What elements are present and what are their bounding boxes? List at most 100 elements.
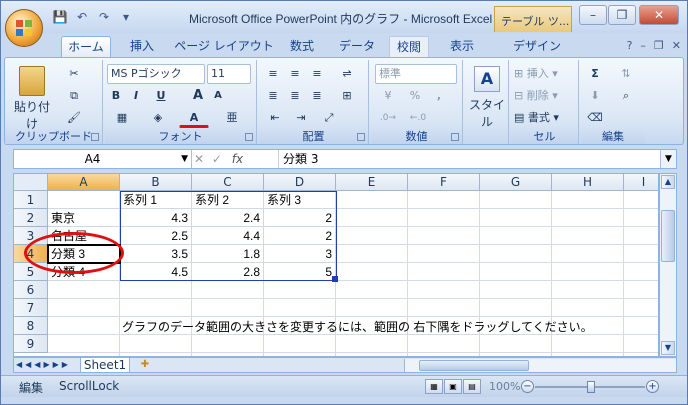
zoom-slider[interactable]: − + [521, 380, 659, 394]
cell-b5[interactable]: 4.5 [120, 263, 192, 281]
zoom-level[interactable]: 100% [489, 380, 520, 393]
scroll-up-icon[interactable]: ▲ [661, 175, 675, 189]
style-button[interactable]: A スタイル [467, 64, 507, 129]
page-layout-view-icon[interactable]: ▣ [444, 379, 462, 394]
comma-button[interactable]: , [429, 86, 449, 106]
font-name-select[interactable]: MS Pゴシック [107, 64, 205, 84]
cell-d3[interactable]: 2 [264, 227, 336, 245]
grow-font-button[interactable]: A [189, 86, 207, 106]
sort-filter-icon[interactable]: ⇅ [613, 64, 639, 84]
ribbon-restore-icon[interactable]: ❐ [654, 39, 664, 52]
align-bottom-icon[interactable]: ≡ [307, 64, 327, 84]
increase-indent-icon[interactable]: ⇥ [289, 108, 313, 128]
scroll-down-icon[interactable]: ▼ [661, 341, 675, 355]
redo-icon[interactable]: ↷ [95, 10, 113, 26]
ribbon-close-icon[interactable]: ✕ [672, 39, 681, 52]
cell-d4[interactable]: 3 [264, 245, 336, 263]
customize-qat-icon[interactable]: ▾ [117, 10, 135, 26]
font-size-select[interactable]: 11 [207, 64, 251, 84]
shrink-font-button[interactable]: A [209, 86, 227, 106]
tab-review[interactable]: 校閲 [389, 36, 429, 57]
fill-color-icon[interactable]: ◈ [143, 108, 173, 128]
italic-button[interactable]: I [127, 86, 145, 106]
horizontal-scroll-thumb[interactable] [419, 360, 529, 371]
cell-c2[interactable]: 2.4 [192, 209, 264, 227]
underline-button[interactable]: U [147, 86, 175, 106]
cell-b2[interactable]: 4.3 [120, 209, 192, 227]
save-icon[interactable]: 💾 [51, 10, 69, 26]
cell-b1[interactable]: 系列 1 [120, 191, 192, 209]
insert-function-button[interactable]: fx [232, 152, 243, 166]
insert-cells-button[interactable]: ⊞ 挿入 ▾ [513, 64, 575, 84]
zoom-knob[interactable] [587, 381, 595, 393]
sheet-nav-icons[interactable]: ◀◀◀▶▶▶ [16, 358, 71, 372]
font-launcher-icon[interactable] [245, 133, 253, 141]
sheet-tab-sheet1[interactable]: Sheet1 [80, 358, 130, 373]
column-header-f[interactable]: F [408, 174, 480, 191]
column-header-h[interactable]: H [552, 174, 624, 191]
table-tools-context-tab[interactable]: テーブル ツ... [494, 6, 572, 32]
column-header-g[interactable]: G [480, 174, 552, 191]
find-icon[interactable]: ⌕ [613, 86, 639, 106]
table-resize-handle[interactable] [332, 276, 338, 282]
formula-input[interactable]: 分類 3 [278, 150, 318, 168]
row-header-4[interactable]: 4 [14, 245, 48, 263]
align-top-icon[interactable]: ≡ [263, 64, 283, 84]
name-box[interactable]: A4 ▼ [14, 150, 192, 168]
office-button[interactable] [5, 9, 43, 47]
decrease-decimal-icon[interactable]: ←.0 [405, 108, 431, 128]
help-icon[interactable]: ? [627, 39, 633, 52]
row-header-8[interactable]: 8 [14, 317, 48, 335]
tab-data[interactable]: データ [333, 36, 381, 57]
number-format-select[interactable]: 標準 [375, 64, 457, 84]
number-launcher-icon[interactable] [451, 133, 459, 141]
restore-button[interactable]: ❐ [608, 5, 636, 25]
column-header-e[interactable]: E [336, 174, 408, 191]
column-header-a[interactable]: A [48, 174, 120, 191]
delete-cells-button[interactable]: ⊟ 削除 ▾ [513, 86, 575, 106]
row-header-1[interactable]: 1 [14, 191, 48, 209]
copy-icon[interactable]: ⧉ [63, 86, 85, 106]
tab-home[interactable]: ホーム [61, 36, 111, 57]
row-header-2[interactable]: 2 [14, 209, 48, 227]
cell-a5[interactable]: 分類 4 [48, 263, 120, 281]
column-header-i[interactable]: I [624, 174, 658, 191]
cut-icon[interactable]: ✂ [63, 64, 85, 84]
row-header-6[interactable]: 6 [14, 281, 48, 299]
vertical-scroll-thumb[interactable] [661, 210, 675, 262]
font-color-button[interactable]: A [179, 108, 209, 128]
page-break-view-icon[interactable]: ▤ [463, 379, 481, 394]
enter-icon[interactable]: ✓ [212, 152, 222, 166]
clipboard-launcher-icon[interactable] [91, 133, 99, 141]
align-left-icon[interactable]: ≣ [263, 86, 283, 106]
paste-button[interactable]: 貼り付け [9, 62, 55, 131]
minimize-button[interactable]: – [579, 5, 607, 25]
cell-d5[interactable]: 5 [264, 263, 336, 281]
normal-view-icon[interactable]: ▦ [425, 379, 443, 394]
cell-c1[interactable]: 系列 2 [192, 191, 264, 209]
row-header-5[interactable]: 5 [14, 263, 48, 281]
zoom-out-icon[interactable]: − [521, 380, 534, 393]
merge-cells-icon[interactable]: ⊞ [335, 86, 359, 106]
align-center-icon[interactable]: ≣ [285, 86, 305, 106]
cell-c3[interactable]: 4.4 [192, 227, 264, 245]
column-header-d[interactable]: D [264, 174, 336, 191]
align-middle-icon[interactable]: ≡ [285, 64, 305, 84]
currency-icon[interactable]: ¥ [375, 86, 401, 106]
border-icon[interactable]: ▦ [107, 108, 137, 128]
undo-icon[interactable]: ↶ [73, 10, 91, 26]
align-right-icon[interactable]: ≣ [307, 86, 327, 106]
row-header-9[interactable]: 9 [14, 335, 48, 353]
chevron-down-icon[interactable]: ▼ [181, 150, 188, 168]
tab-design[interactable]: デザイン [507, 36, 567, 57]
cell-d1[interactable]: 系列 3 [264, 191, 336, 209]
select-all-corner[interactable] [14, 174, 48, 191]
expand-formula-icon[interactable]: ▼ [660, 150, 676, 168]
vertical-scrollbar[interactable]: ▲ ▼ [659, 173, 677, 357]
tab-formulas[interactable]: 数式 [281, 36, 323, 57]
clear-icon[interactable]: ⌫ [583, 108, 607, 128]
cell-c4[interactable]: 1.8 [192, 245, 264, 263]
orientation-icon[interactable]: ⤢ [317, 108, 341, 128]
column-header-b[interactable]: B [120, 174, 192, 191]
tab-insert[interactable]: 挿入 [121, 36, 163, 57]
